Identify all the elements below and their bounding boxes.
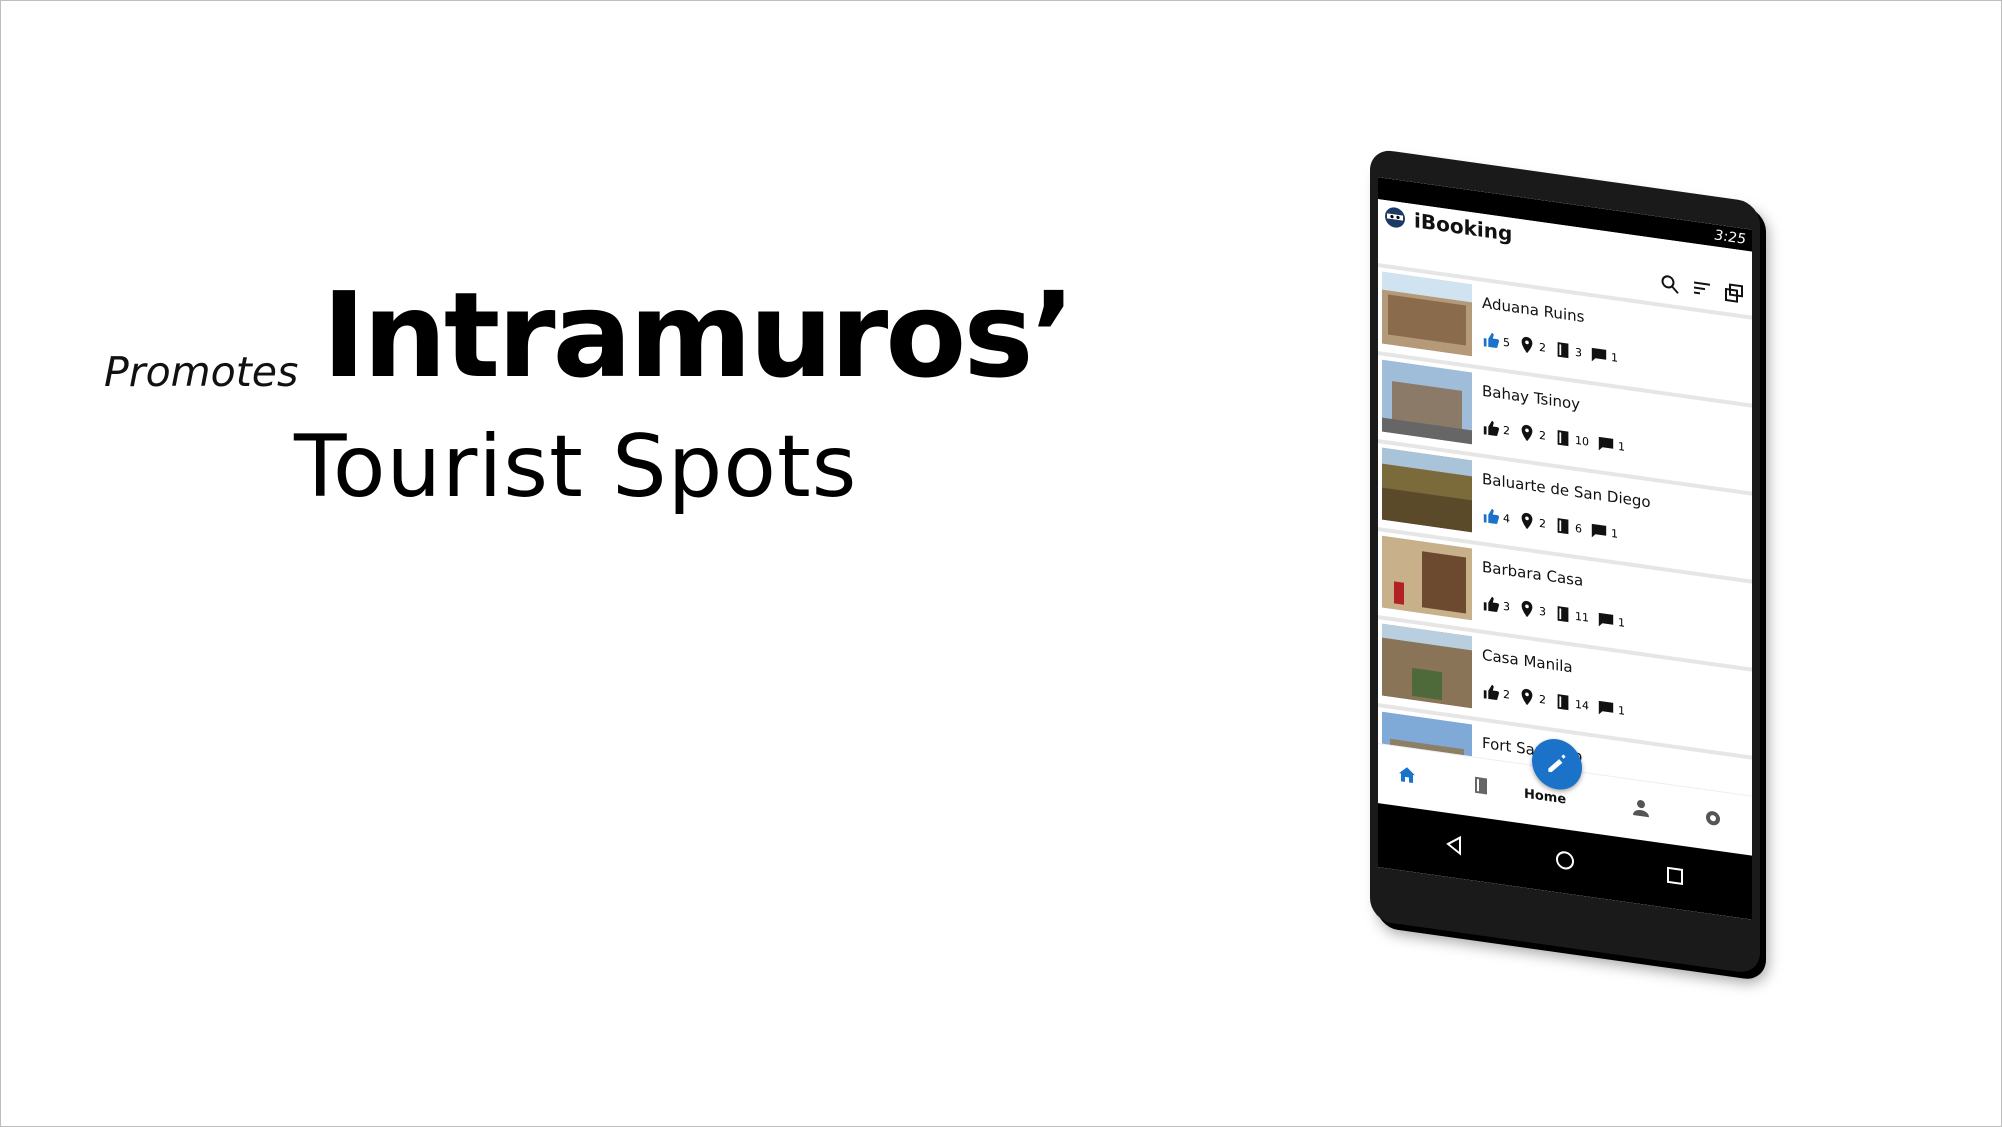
recent-apps-icon[interactable]	[1662, 861, 1688, 891]
comments-count: 1	[1611, 350, 1618, 365]
comments-count: 1	[1611, 526, 1618, 541]
back-icon[interactable]	[1442, 830, 1468, 860]
gear-icon[interactable]	[1702, 806, 1724, 831]
home-icon[interactable]	[1396, 763, 1418, 788]
place-name: Aduana Ruins	[1482, 293, 1585, 327]
bookings-count: 10	[1575, 433, 1589, 449]
place-name: Bahay Tsinoy	[1482, 381, 1581, 414]
location-pin-icon	[1521, 600, 1533, 618]
headline-block: Promotes Intramuros’ Tourist Spots	[0, 0, 1200, 600]
likes-count: 4	[1503, 511, 1510, 526]
place-thumbnail	[1382, 447, 1472, 533]
locations-count: 2	[1539, 428, 1546, 443]
locations-count: 3	[1539, 604, 1546, 619]
phone-mockup: 3:25 iBooking Aduana Ruins 5 2 3 1 Bahay…	[1370, 148, 1760, 975]
comments-count: 1	[1618, 615, 1625, 630]
place-thumbnail	[1382, 535, 1472, 621]
place-stats: 5 2 3 1	[1482, 330, 1624, 368]
likes-count: 2	[1503, 423, 1510, 438]
book-icon	[1557, 694, 1569, 711]
comment-icon[interactable]	[1590, 521, 1608, 542]
phone-body: 3:25 iBooking Aduana Ruins 5 2 3 1 Bahay…	[1370, 148, 1760, 975]
place-thumbnail	[1382, 271, 1472, 357]
comment-icon[interactable]	[1597, 434, 1615, 455]
phone-screen: 3:25 iBooking Aduana Ruins 5 2 3 1 Bahay…	[1378, 177, 1752, 920]
likes-count: 2	[1503, 687, 1510, 702]
place-stats: 3 3 11 1	[1482, 594, 1631, 633]
book-icon	[1557, 518, 1569, 535]
promotes-text: Promotes	[104, 348, 299, 396]
bookings-count: 11	[1575, 609, 1589, 625]
bookings-count: 3	[1575, 345, 1582, 360]
place-thumbnail	[1382, 623, 1472, 709]
place-stats: 2 2 14 1	[1482, 682, 1631, 721]
book-icon	[1557, 342, 1569, 359]
home-circle-icon[interactable]	[1552, 846, 1578, 876]
locations-count: 2	[1539, 340, 1546, 355]
location-pin-icon	[1521, 424, 1533, 442]
place-name: Casa Manila	[1482, 645, 1573, 677]
likes-count: 3	[1503, 599, 1510, 614]
bookings-count: 14	[1575, 697, 1589, 713]
location-pin-icon	[1521, 688, 1533, 706]
book-icon	[1557, 606, 1569, 623]
location-pin-icon	[1521, 512, 1533, 530]
location-pin-icon	[1521, 336, 1533, 354]
locations-count: 2	[1539, 692, 1546, 707]
place-name: Baluarte de San Diego	[1482, 469, 1651, 512]
thumbs-up-icon[interactable]	[1482, 594, 1500, 615]
headline-subtitle: Tourist Spots	[294, 417, 858, 517]
bookings-count: 6	[1575, 521, 1582, 536]
person-icon[interactable]	[1630, 796, 1652, 821]
pencil-icon	[1548, 754, 1566, 773]
ninja-logo-icon	[1385, 207, 1405, 228]
comments-count: 1	[1618, 439, 1625, 454]
place-stats: 4 2 6 1	[1482, 506, 1624, 544]
comment-icon[interactable]	[1597, 610, 1615, 631]
book-nav-icon[interactable]	[1470, 773, 1492, 798]
locations-count: 2	[1539, 516, 1546, 531]
thumbs-up-icon[interactable]	[1482, 682, 1500, 703]
comment-icon[interactable]	[1590, 345, 1608, 366]
layers-icon[interactable]	[1724, 282, 1744, 305]
search-icon[interactable]	[1660, 273, 1680, 296]
likes-count: 5	[1503, 335, 1510, 350]
filter-icon[interactable]	[1692, 277, 1712, 300]
book-icon	[1557, 430, 1569, 447]
place-name: Barbara Casa	[1482, 557, 1584, 590]
thumbs-up-icon[interactable]	[1482, 506, 1500, 527]
thumbs-up-icon[interactable]	[1482, 330, 1500, 351]
place-stats: 2 2 10 1	[1482, 418, 1631, 457]
headline-title: Intramuros’	[322, 266, 1075, 404]
comment-icon[interactable]	[1597, 698, 1615, 719]
thumbs-up-icon[interactable]	[1482, 418, 1500, 439]
place-thumbnail	[1382, 359, 1472, 445]
comments-count: 1	[1618, 703, 1625, 718]
bottom-nav-label: Home	[1524, 786, 1567, 808]
app-actions	[1660, 273, 1744, 305]
status-time: 3:25	[1714, 227, 1746, 248]
